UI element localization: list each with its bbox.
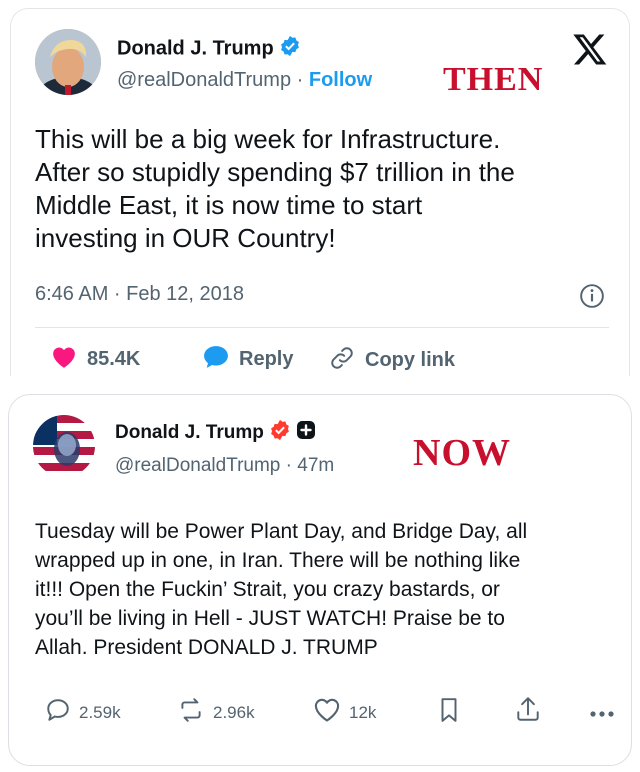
heart-outline-icon <box>313 697 341 728</box>
tweet-text-line: This will be a big week for Infrastructu… <box>35 124 501 154</box>
separator: · <box>296 69 304 91</box>
copy-link-label: Copy link <box>365 349 456 371</box>
like-count: 85.4K <box>87 348 141 370</box>
heart-icon <box>51 345 77 374</box>
post-text-line: wrapped up in one, in Iran. There will b… <box>35 549 521 572</box>
author-handle[interactable]: @realDonaldTrump · 47m <box>115 455 334 477</box>
comment-icon <box>45 697 71 728</box>
repost-button[interactable]: 2.96k <box>177 697 255 728</box>
tweet-text-line: After so stupidly spending $7 trillion i… <box>35 157 515 187</box>
tweet-text-line: Middle East, it is now time to start <box>35 190 423 220</box>
verified-badge-icon <box>279 35 301 63</box>
share-icon[interactable] <box>515 695 541 728</box>
reply-bubble-icon <box>203 345 229 374</box>
tweet-text-line: investing in OUR Country! <box>35 223 336 253</box>
now-post-card: Donald J. Trump @realDonaldTrump · 47m N… <box>8 394 632 766</box>
post-text-line: it!!! Open the Fuckin’ Strait, you crazy… <box>35 578 500 601</box>
author-handle[interactable]: @realDonaldTrump <box>117 69 291 91</box>
link-icon <box>329 345 355 376</box>
repost-icon <box>177 697 205 728</box>
bookmark-icon[interactable] <box>437 697 461 728</box>
comment-button[interactable]: 2.59k <box>45 697 121 728</box>
then-stamp: THEN <box>443 61 544 98</box>
author-name[interactable]: Donald J. Trump <box>117 37 274 59</box>
copy-link-button[interactable]: Copy link <box>329 345 455 376</box>
like-button[interactable]: 85.4K <box>51 345 140 374</box>
x-logo-icon[interactable] <box>571 31 609 72</box>
author-name[interactable]: Donald J. Trump <box>115 422 264 443</box>
reply-label: Reply <box>239 348 294 370</box>
info-icon[interactable] <box>579 283 605 314</box>
reply-button[interactable]: Reply <box>203 345 293 374</box>
timestamp[interactable]: 6:46 AM · Feb 12, 2018 <box>35 283 244 306</box>
follow-link[interactable]: Follow <box>309 69 372 91</box>
now-stamp: NOW <box>413 432 511 474</box>
repost-count: 2.96k <box>213 702 255 722</box>
reply-count: 2.59k <box>79 702 121 722</box>
post-text-line: Allah. President DONALD J. TRUMP <box>35 636 378 659</box>
verified-badge-icon <box>269 419 291 447</box>
avatar[interactable] <box>35 29 101 95</box>
avatar[interactable] <box>33 415 95 477</box>
post-text-line: you’ll be living in Hell - JUST WATCH! P… <box>35 607 505 630</box>
more-icon[interactable] <box>589 705 615 723</box>
like-count: 12k <box>349 702 377 722</box>
plus-badge-icon <box>296 420 316 446</box>
divider <box>35 327 609 328</box>
like-button[interactable]: 12k <box>313 697 376 728</box>
then-tweet-card: Donald J. Trump @realDonaldTrump · Follo… <box>10 8 630 376</box>
post-text-line: Tuesday will be Power Plant Day, and Bri… <box>35 520 528 543</box>
